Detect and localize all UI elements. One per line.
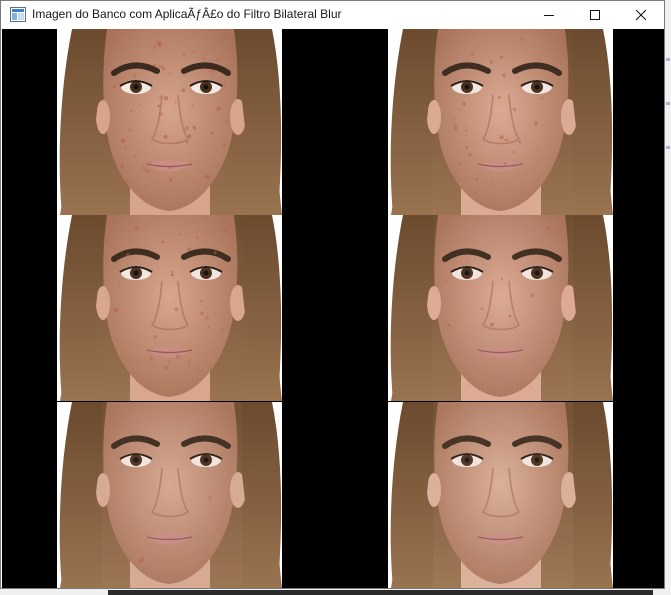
background-window-edge [665,0,671,595]
edge-mark [666,146,670,149]
close-icon [635,9,647,20]
taskbar-dark-strip [108,590,653,595]
face-image-r2c1 [2,215,333,401]
edge-mark [666,102,670,105]
portrait-photo [57,215,282,401]
face-image-r3c2 [333,402,664,588]
face-image-r3c1 [2,402,333,588]
portrait-photo [388,215,613,401]
maximize-button[interactable] [572,1,618,28]
app-window: Imagen do Banco com AplicaÃƒÂ£o do Filtr… [0,0,665,589]
title-bar[interactable]: Imagen do Banco com AplicaÃƒÂ£o do Filtr… [1,1,664,28]
minimize-button[interactable] [526,1,572,28]
face-image-r1c1 [2,29,333,215]
portrait-photo [57,402,282,588]
close-button[interactable] [618,1,664,28]
minimize-icon [544,14,554,16]
edge-mark [666,58,670,61]
face-image-r2c2 [333,215,664,401]
window-title: Imagen do Banco com AplicaÃƒÂ£o do Filtr… [32,7,342,21]
maximize-icon [590,9,600,20]
image-canvas [2,29,664,588]
portrait-photo [57,29,282,215]
opencv-window-icon [10,7,26,22]
portrait-photo [388,29,613,215]
face-image-r1c2 [333,29,664,215]
portrait-photo [388,402,613,588]
taskbar-edge [0,589,671,595]
